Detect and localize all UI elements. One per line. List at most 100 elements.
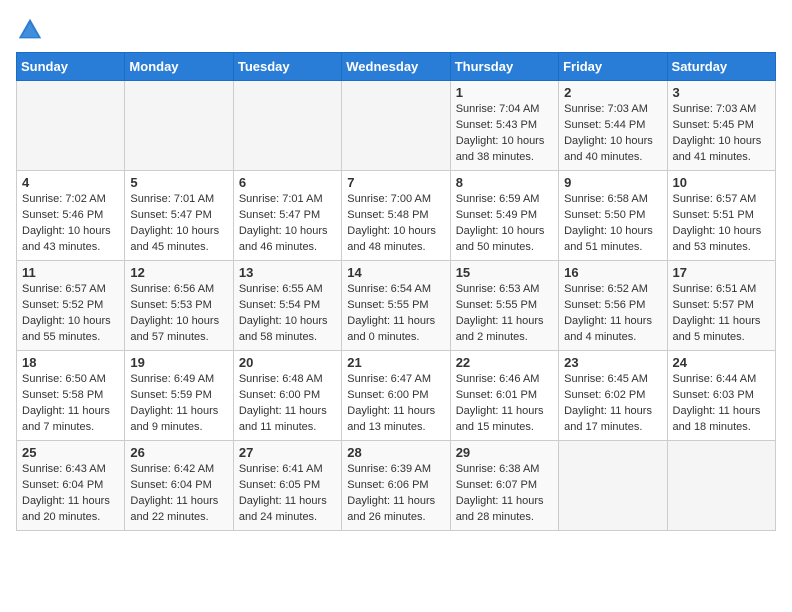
day-info: Sunrise: 6:52 AM Sunset: 5:56 PM Dayligh… xyxy=(564,282,661,346)
day-info: Sunrise: 7:01 AM Sunset: 5:47 PM Dayligh… xyxy=(239,192,336,256)
day-number: 3 xyxy=(673,85,770,100)
day-info: Sunrise: 6:50 AM Sunset: 5:58 PM Dayligh… xyxy=(22,372,119,436)
calendar-cell: 15Sunrise: 6:53 AM Sunset: 5:55 PM Dayli… xyxy=(450,261,558,351)
page-header xyxy=(16,16,776,44)
day-number: 29 xyxy=(456,445,553,460)
day-info: Sunrise: 6:54 AM Sunset: 5:55 PM Dayligh… xyxy=(347,282,444,346)
day-info: Sunrise: 6:56 AM Sunset: 5:53 PM Dayligh… xyxy=(130,282,227,346)
calendar-cell: 4 Sunrise: 7:02 AM Sunset: 5:46 PM Daylig… xyxy=(17,171,125,261)
calendar-cell: 8Sunrise: 6:59 AM Sunset: 5:49 PM Daylig… xyxy=(450,171,558,261)
weekday-header-wednesday: Wednesday xyxy=(342,53,450,81)
calendar-cell xyxy=(559,441,667,531)
day-info: Sunrise: 6:57 AM Sunset: 5:51 PM Dayligh… xyxy=(673,192,770,256)
calendar-cell: 28 Sunrise: 6:39 AM Sunset: 6:06 PM Dayli… xyxy=(342,441,450,531)
day-number: 23 xyxy=(564,355,661,370)
calendar-cell xyxy=(125,81,233,171)
calendar-cell: 3 Sunrise: 7:03 AM Sunset: 5:45 PM Daylig… xyxy=(667,81,775,171)
calendar-cell: 26 Sunrise: 6:42 AM Sunset: 6:04 PM Dayli… xyxy=(125,441,233,531)
calendar-week-row: 4 Sunrise: 7:02 AM Sunset: 5:46 PM Daylig… xyxy=(17,171,776,261)
day-info: Sunrise: 6:41 AM Sunset: 6:05 PM Dayligh… xyxy=(239,462,336,526)
day-info: Sunrise: 6:53 AM Sunset: 5:55 PM Dayligh… xyxy=(456,282,553,346)
day-number: 18 xyxy=(22,355,119,370)
logo xyxy=(16,16,48,44)
weekday-header-row: SundayMondayTuesdayWednesdayThursdayFrid… xyxy=(17,53,776,81)
calendar-cell: 9 Sunrise: 6:58 AM Sunset: 5:50 PM Daylig… xyxy=(559,171,667,261)
calendar-cell: 14 Sunrise: 6:54 AM Sunset: 5:55 PM Dayli… xyxy=(342,261,450,351)
day-info: Sunrise: 6:49 AM Sunset: 5:59 PM Dayligh… xyxy=(130,372,227,436)
day-info: Sunrise: 6:39 AM Sunset: 6:06 PM Dayligh… xyxy=(347,462,444,526)
day-number: 10 xyxy=(673,175,770,190)
day-info: Sunrise: 6:42 AM Sunset: 6:04 PM Dayligh… xyxy=(130,462,227,526)
calendar-cell: 19 Sunrise: 6:49 AM Sunset: 5:59 PM Dayli… xyxy=(125,351,233,441)
day-number: 17 xyxy=(673,265,770,280)
calendar-cell: 16 Sunrise: 6:52 AM Sunset: 5:56 PM Dayli… xyxy=(559,261,667,351)
calendar-week-row: 18 Sunrise: 6:50 AM Sunset: 5:58 PM Dayli… xyxy=(17,351,776,441)
day-info: Sunrise: 6:59 AM Sunset: 5:49 PM Dayligh… xyxy=(456,192,553,256)
calendar-cell xyxy=(342,81,450,171)
day-info: Sunrise: 6:38 AM Sunset: 6:07 PM Dayligh… xyxy=(456,462,553,526)
logo-icon xyxy=(16,16,44,44)
calendar-cell: 17 Sunrise: 6:51 AM Sunset: 5:57 PM Dayli… xyxy=(667,261,775,351)
calendar-cell xyxy=(233,81,341,171)
day-info: Sunrise: 6:57 AM Sunset: 5:52 PM Dayligh… xyxy=(22,282,119,346)
weekday-header-monday: Monday xyxy=(125,53,233,81)
day-info: Sunrise: 6:48 AM Sunset: 6:00 PM Dayligh… xyxy=(239,372,336,436)
day-number: 19 xyxy=(130,355,227,370)
day-info: Sunrise: 7:00 AM Sunset: 5:48 PM Dayligh… xyxy=(347,192,444,256)
day-info: Sunrise: 6:45 AM Sunset: 6:02 PM Dayligh… xyxy=(564,372,661,436)
calendar-cell: 10 Sunrise: 6:57 AM Sunset: 5:51 PM Dayli… xyxy=(667,171,775,261)
calendar-table: SundayMondayTuesdayWednesdayThursdayFrid… xyxy=(16,52,776,531)
day-number: 16 xyxy=(564,265,661,280)
calendar-header: SundayMondayTuesdayWednesdayThursdayFrid… xyxy=(17,53,776,81)
day-number: 27 xyxy=(239,445,336,460)
day-info: Sunrise: 7:03 AM Sunset: 5:44 PM Dayligh… xyxy=(564,102,661,166)
calendar-week-row: 1 Sunrise: 7:04 AM Sunset: 5:43 PM Daylig… xyxy=(17,81,776,171)
day-info: Sunrise: 6:44 AM Sunset: 6:03 PM Dayligh… xyxy=(673,372,770,436)
day-number: 14 xyxy=(347,265,444,280)
weekday-header-thursday: Thursday xyxy=(450,53,558,81)
day-number: 12 xyxy=(130,265,227,280)
day-number: 26 xyxy=(130,445,227,460)
day-number: 28 xyxy=(347,445,444,460)
calendar-cell: 22Sunrise: 6:46 AM Sunset: 6:01 PM Dayli… xyxy=(450,351,558,441)
day-info: Sunrise: 7:02 AM Sunset: 5:46 PM Dayligh… xyxy=(22,192,119,256)
day-number: 1 xyxy=(456,85,553,100)
day-number: 6 xyxy=(239,175,336,190)
day-info: Sunrise: 6:55 AM Sunset: 5:54 PM Dayligh… xyxy=(239,282,336,346)
calendar-cell: 2 Sunrise: 7:03 AM Sunset: 5:44 PM Daylig… xyxy=(559,81,667,171)
calendar-cell: 20Sunrise: 6:48 AM Sunset: 6:00 PM Dayli… xyxy=(233,351,341,441)
calendar-cell: 11 Sunrise: 6:57 AM Sunset: 5:52 PM Dayli… xyxy=(17,261,125,351)
day-info: Sunrise: 6:58 AM Sunset: 5:50 PM Dayligh… xyxy=(564,192,661,256)
day-number: 13 xyxy=(239,265,336,280)
calendar-week-row: 25Sunrise: 6:43 AM Sunset: 6:04 PM Dayli… xyxy=(17,441,776,531)
calendar-cell: 5 Sunrise: 7:01 AM Sunset: 5:47 PM Daylig… xyxy=(125,171,233,261)
day-number: 4 xyxy=(22,175,119,190)
day-info: Sunrise: 7:04 AM Sunset: 5:43 PM Dayligh… xyxy=(456,102,553,166)
calendar-week-row: 11 Sunrise: 6:57 AM Sunset: 5:52 PM Dayli… xyxy=(17,261,776,351)
calendar-cell: 24 Sunrise: 6:44 AM Sunset: 6:03 PM Dayli… xyxy=(667,351,775,441)
day-number: 24 xyxy=(673,355,770,370)
day-number: 7 xyxy=(347,175,444,190)
calendar-cell: 23 Sunrise: 6:45 AM Sunset: 6:02 PM Dayli… xyxy=(559,351,667,441)
calendar-cell: 27 Sunrise: 6:41 AM Sunset: 6:05 PM Dayli… xyxy=(233,441,341,531)
day-info: Sunrise: 7:01 AM Sunset: 5:47 PM Dayligh… xyxy=(130,192,227,256)
calendar-body: 1 Sunrise: 7:04 AM Sunset: 5:43 PM Daylig… xyxy=(17,81,776,531)
calendar-cell: 29 Sunrise: 6:38 AM Sunset: 6:07 PM Dayli… xyxy=(450,441,558,531)
day-info: Sunrise: 7:03 AM Sunset: 5:45 PM Dayligh… xyxy=(673,102,770,166)
calendar-cell xyxy=(667,441,775,531)
weekday-header-saturday: Saturday xyxy=(667,53,775,81)
calendar-cell: 7 Sunrise: 7:00 AM Sunset: 5:48 PM Daylig… xyxy=(342,171,450,261)
day-number: 22 xyxy=(456,355,553,370)
calendar-cell: 21Sunrise: 6:47 AM Sunset: 6:00 PM Dayli… xyxy=(342,351,450,441)
day-info: Sunrise: 6:51 AM Sunset: 5:57 PM Dayligh… xyxy=(673,282,770,346)
calendar-cell: 18 Sunrise: 6:50 AM Sunset: 5:58 PM Dayli… xyxy=(17,351,125,441)
day-number: 5 xyxy=(130,175,227,190)
weekday-header-sunday: Sunday xyxy=(17,53,125,81)
calendar-cell: 25Sunrise: 6:43 AM Sunset: 6:04 PM Dayli… xyxy=(17,441,125,531)
weekday-header-friday: Friday xyxy=(559,53,667,81)
day-number: 2 xyxy=(564,85,661,100)
day-number: 25 xyxy=(22,445,119,460)
day-number: 11 xyxy=(22,265,119,280)
day-number: 9 xyxy=(564,175,661,190)
calendar-cell xyxy=(17,81,125,171)
